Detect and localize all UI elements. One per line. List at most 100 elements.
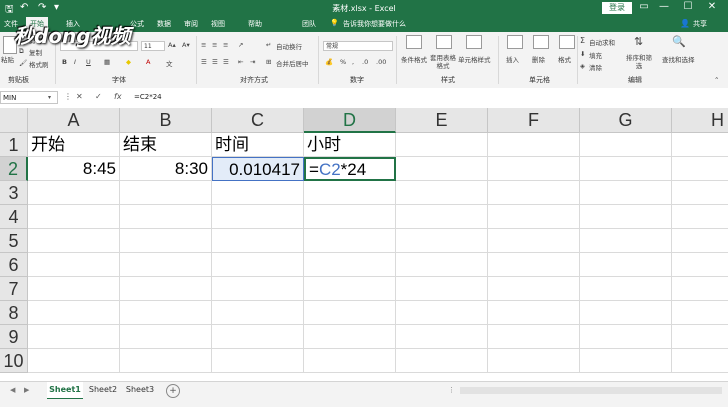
table-format-icon[interactable] xyxy=(436,35,452,49)
grid-cell[interactable] xyxy=(304,277,396,301)
row-header-10[interactable]: 10 xyxy=(0,349,28,373)
grid-cell[interactable] xyxy=(580,205,672,229)
row-header-4[interactable]: 4 xyxy=(0,205,28,229)
grid-cell[interactable] xyxy=(488,229,580,253)
grid-cell[interactable] xyxy=(580,277,672,301)
conditional-format-icon[interactable] xyxy=(406,35,422,49)
grid-cell[interactable] xyxy=(212,325,304,349)
grid-cell[interactable] xyxy=(28,253,120,277)
ribbon-display-icon[interactable]: ▭ xyxy=(636,1,652,12)
row-header-7[interactable]: 7 xyxy=(0,277,28,301)
grid-cell[interactable] xyxy=(304,205,396,229)
bold-button[interactable]: B xyxy=(62,58,67,66)
grid-cell[interactable] xyxy=(580,229,672,253)
grid-cell[interactable] xyxy=(28,301,120,325)
horizontal-scrollbar[interactable] xyxy=(460,387,722,394)
insert-function-button[interactable]: fx xyxy=(114,92,122,101)
grid-cell[interactable] xyxy=(396,349,488,373)
grid-cell[interactable] xyxy=(396,277,488,301)
insert-cells-icon[interactable] xyxy=(507,35,523,49)
number-format-combo[interactable]: 常规 xyxy=(323,41,393,51)
cell-a1[interactable]: 开始 xyxy=(28,133,120,157)
grid-cell[interactable] xyxy=(396,301,488,325)
grid-cell[interactable] xyxy=(396,325,488,349)
grid-cell[interactable] xyxy=(28,349,120,373)
grid-cell[interactable] xyxy=(28,205,120,229)
align-center-icon[interactable]: ☰ xyxy=(212,58,218,66)
grid-cell[interactable] xyxy=(580,325,672,349)
clear-button[interactable]: 清除 xyxy=(589,62,602,72)
grid-cell[interactable] xyxy=(580,181,672,205)
column-header-f[interactable]: F xyxy=(488,108,580,133)
delete-cells-icon[interactable] xyxy=(533,35,549,49)
grid-cell[interactable] xyxy=(304,325,396,349)
grid-cell[interactable] xyxy=(488,325,580,349)
column-header-g[interactable]: G xyxy=(580,108,672,133)
grid-cell[interactable] xyxy=(212,277,304,301)
font-size-combo[interactable]: 11 xyxy=(141,41,165,51)
grid-cell[interactable] xyxy=(120,229,212,253)
grid-cell[interactable] xyxy=(488,349,580,373)
column-header-c[interactable]: C xyxy=(212,108,304,133)
align-middle-icon[interactable]: ≡ xyxy=(212,41,217,49)
grid-cell[interactable] xyxy=(396,157,488,181)
grid-cell[interactable] xyxy=(672,301,728,325)
format-cells-icon[interactable] xyxy=(559,35,575,49)
sheet-tab-sheet3[interactable]: Sheet3 xyxy=(122,382,158,398)
fill-button[interactable]: 填充 xyxy=(589,50,602,60)
accounting-format-icon[interactable]: 💰 xyxy=(325,58,333,66)
grid-cell[interactable] xyxy=(28,277,120,301)
grid-cell[interactable] xyxy=(28,181,120,205)
grid-cell[interactable] xyxy=(672,205,728,229)
grid-cell[interactable] xyxy=(580,253,672,277)
grid-cell[interactable] xyxy=(120,301,212,325)
decrease-decimal-icon[interactable]: .00 xyxy=(376,58,386,66)
grid-cell[interactable] xyxy=(120,349,212,373)
row-header-8[interactable]: 8 xyxy=(0,301,28,325)
cell-styles-button[interactable]: 单元格样式 xyxy=(458,54,491,64)
grid-cell[interactable] xyxy=(488,301,580,325)
grid-cell[interactable] xyxy=(396,133,488,157)
grid-cell[interactable] xyxy=(304,301,396,325)
tab-split-handle-icon[interactable]: ⋮ xyxy=(448,386,455,394)
fill-color-icon[interactable]: ◆ xyxy=(126,58,131,66)
sort-filter-icon[interactable]: ⇅ xyxy=(634,35,643,48)
format-painter-icon[interactable]: 🖌 xyxy=(19,59,27,67)
find-search-icon[interactable]: 🔍 xyxy=(672,35,686,48)
tab-data[interactable]: 数据 xyxy=(157,19,171,29)
grid-cell[interactable] xyxy=(580,133,672,157)
cell-b2[interactable]: 8:30 xyxy=(120,157,212,181)
tell-me-box[interactable]: 告诉我你想要做什么 xyxy=(343,19,406,29)
tab-review[interactable]: 审阅 xyxy=(184,19,198,29)
grid-cell[interactable] xyxy=(672,325,728,349)
enter-button[interactable]: ✓ xyxy=(95,92,102,101)
grid-cell[interactable] xyxy=(212,181,304,205)
phonetic-icon[interactable]: 文 xyxy=(166,58,173,68)
grid-cell[interactable] xyxy=(28,325,120,349)
cell-d2[interactable]: =C2*24 xyxy=(304,157,396,181)
grid-cell[interactable] xyxy=(672,349,728,373)
row-header-5[interactable]: 5 xyxy=(0,229,28,253)
grid-cell[interactable] xyxy=(212,349,304,373)
row-header-1[interactable]: 1 xyxy=(0,133,28,157)
wrap-text-button[interactable]: 自动换行 xyxy=(276,41,302,51)
collapse-ribbon-icon[interactable]: ⌃ xyxy=(714,76,719,84)
minimize-button[interactable]: — xyxy=(656,1,672,12)
autosum-icon[interactable]: Σ xyxy=(580,36,585,45)
grid-cell[interactable] xyxy=(488,277,580,301)
column-header-d[interactable]: D xyxy=(304,108,396,133)
grid-cell[interactable] xyxy=(488,133,580,157)
grid-cell[interactable] xyxy=(672,277,728,301)
grid-cell[interactable] xyxy=(120,205,212,229)
clear-icon[interactable]: ◈ xyxy=(580,62,585,70)
grid-cell[interactable] xyxy=(120,277,212,301)
italic-button[interactable]: I xyxy=(74,58,76,66)
fill-icon[interactable]: ⬇ xyxy=(580,50,585,58)
grid-cell[interactable] xyxy=(488,253,580,277)
find-select-button[interactable]: 查找和选择 xyxy=(662,54,695,64)
grid-cell[interactable] xyxy=(212,205,304,229)
grid-cell[interactable] xyxy=(396,229,488,253)
next-sheet-icon[interactable]: ▶ xyxy=(24,386,29,394)
grid-cell[interactable] xyxy=(488,205,580,229)
merge-center-button[interactable]: 合并后居中 xyxy=(276,58,309,68)
